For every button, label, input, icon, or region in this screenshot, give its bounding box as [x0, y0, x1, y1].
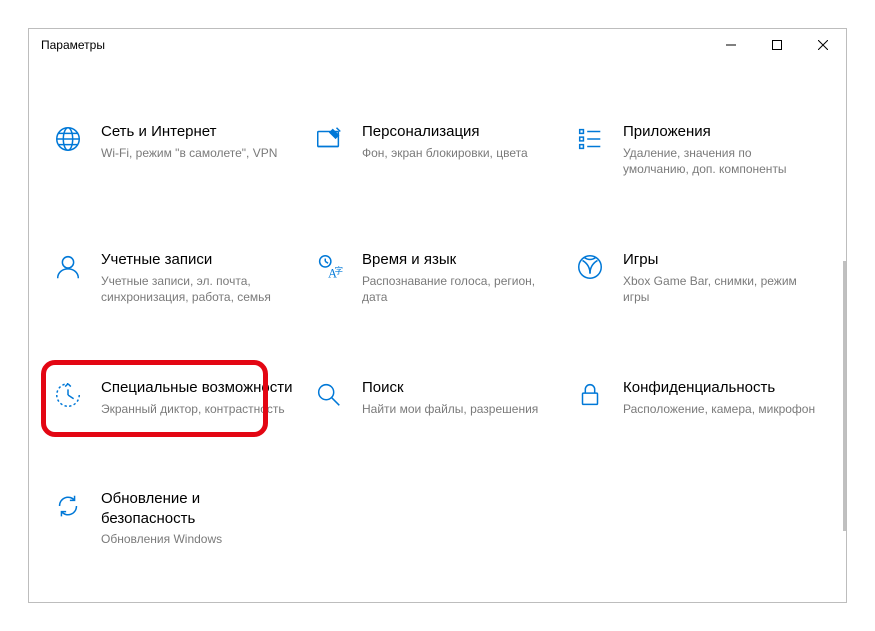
- tile-search[interactable]: Поиск Найти мои файлы, разрешения: [312, 372, 563, 423]
- tile-subtitle: Удаление, значения по умолчанию, доп. ко…: [623, 145, 818, 179]
- minimize-button[interactable]: [708, 29, 754, 61]
- close-button[interactable]: [800, 29, 846, 61]
- tile-title: Игры: [623, 250, 818, 270]
- window-controls: [708, 29, 846, 61]
- tile-subtitle: Экранный диктор, контрастность: [101, 401, 296, 418]
- tile-body: Поиск Найти мои файлы, разрешения: [362, 378, 557, 417]
- tile-subtitle: Найти мои файлы, разрешения: [362, 401, 557, 418]
- tile-apps[interactable]: Приложения Удаление, значения по умолчан…: [573, 116, 824, 184]
- window-title: Параметры: [41, 38, 105, 52]
- tile-title: Время и язык: [362, 250, 557, 270]
- sync-icon: [51, 489, 85, 523]
- tile-update-security[interactable]: Обновление и безопасность Обновления Win…: [51, 483, 302, 554]
- tile-body: Игры Xbox Game Bar, снимки, режим игры: [623, 250, 818, 306]
- tile-body: Время и язык Распознавание голоса, регио…: [362, 250, 557, 306]
- content-area: Сеть и Интернет Wi-Fi, режим "в самолете…: [29, 61, 846, 602]
- tile-title: Учетные записи: [101, 250, 296, 270]
- tile-title: Обновление и безопасность: [101, 489, 296, 528]
- scrollbar[interactable]: [843, 261, 846, 531]
- time-language-icon: A字: [312, 250, 346, 284]
- tile-title: Поиск: [362, 378, 557, 398]
- tile-subtitle: Xbox Game Bar, снимки, режим игры: [623, 273, 818, 307]
- xbox-icon: [573, 250, 607, 284]
- paintbrush-icon: [312, 122, 346, 156]
- tile-subtitle: Расположение, камера, микрофон: [623, 401, 818, 418]
- apps-list-icon: [573, 122, 607, 156]
- tile-time-language[interactable]: A字 Время и язык Распознавание голоса, ре…: [312, 244, 563, 312]
- lock-icon: [573, 378, 607, 412]
- svg-text:字: 字: [335, 266, 343, 276]
- globe-icon: [51, 122, 85, 156]
- tile-gaming[interactable]: Игры Xbox Game Bar, снимки, режим игры: [573, 244, 824, 312]
- person-icon: [51, 250, 85, 284]
- tile-body: Персонализация Фон, экран блокировки, цв…: [362, 122, 557, 161]
- tile-title: Сеть и Интернет: [101, 122, 296, 142]
- tile-subtitle: Учетные записи, эл. почта, синхронизация…: [101, 273, 296, 307]
- tile-title: Персонализация: [362, 122, 557, 142]
- tile-accounts[interactable]: Учетные записи Учетные записи, эл. почта…: [51, 244, 302, 312]
- tile-body: Специальные возможности Экранный диктор,…: [101, 378, 296, 417]
- tile-network[interactable]: Сеть и Интернет Wi-Fi, режим "в самолете…: [51, 116, 302, 184]
- titlebar: Параметры: [29, 29, 846, 61]
- search-icon: [312, 378, 346, 412]
- tile-subtitle: Распознавание голоса, регион, дата: [362, 273, 557, 307]
- settings-window: Параметры Сеть и Интернет Wi-Fi, реж: [28, 28, 847, 603]
- tile-body: Обновление и безопасность Обновления Win…: [101, 489, 296, 548]
- settings-grid: Сеть и Интернет Wi-Fi, режим "в самолете…: [51, 116, 824, 554]
- tile-privacy[interactable]: Конфиденциальность Расположение, камера,…: [573, 372, 824, 423]
- tile-title: Специальные возможности: [101, 378, 296, 398]
- maximize-button[interactable]: [754, 29, 800, 61]
- tile-title: Приложения: [623, 122, 818, 142]
- tile-subtitle: Wi-Fi, режим "в самолете", VPN: [101, 145, 296, 162]
- ease-of-access-icon: [51, 378, 85, 412]
- tile-personalization[interactable]: Персонализация Фон, экран блокировки, цв…: [312, 116, 563, 184]
- tile-body: Учетные записи Учетные записи, эл. почта…: [101, 250, 296, 306]
- tile-subtitle: Обновления Windows: [101, 531, 296, 548]
- tile-ease-of-access[interactable]: Специальные возможности Экранный диктор,…: [51, 372, 302, 423]
- tile-body: Конфиденциальность Расположение, камера,…: [623, 378, 818, 417]
- tile-body: Приложения Удаление, значения по умолчан…: [623, 122, 818, 178]
- tile-subtitle: Фон, экран блокировки, цвета: [362, 145, 557, 162]
- tile-title: Конфиденциальность: [623, 378, 818, 398]
- tile-body: Сеть и Интернет Wi-Fi, режим "в самолете…: [101, 122, 296, 161]
